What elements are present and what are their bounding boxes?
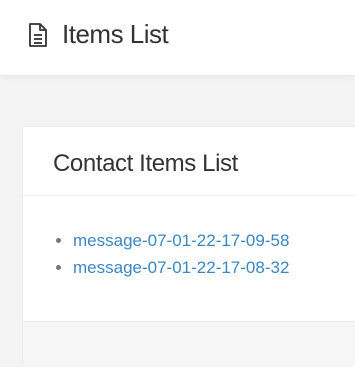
card-footer xyxy=(23,321,355,367)
card-header: Contact Items List xyxy=(23,127,355,196)
contact-items-card: Contact Items List message-07-01-22-17-0… xyxy=(22,126,355,367)
document-icon xyxy=(25,21,51,49)
card-title: Contact Items List xyxy=(53,150,238,177)
list-item: message-07-01-22-17-09-58 xyxy=(55,227,289,254)
top-bar: Items List xyxy=(0,0,355,75)
message-link[interactable]: message-07-01-22-17-08-32 xyxy=(73,258,289,277)
page-title: Items List xyxy=(62,19,169,49)
list-item: message-07-01-22-17-08-32 xyxy=(55,254,289,281)
message-link[interactable]: message-07-01-22-17-09-58 xyxy=(73,231,289,250)
items-list: message-07-01-22-17-09-58 message-07-01-… xyxy=(55,227,289,281)
card-body: message-07-01-22-17-09-58 message-07-01-… xyxy=(23,196,355,321)
